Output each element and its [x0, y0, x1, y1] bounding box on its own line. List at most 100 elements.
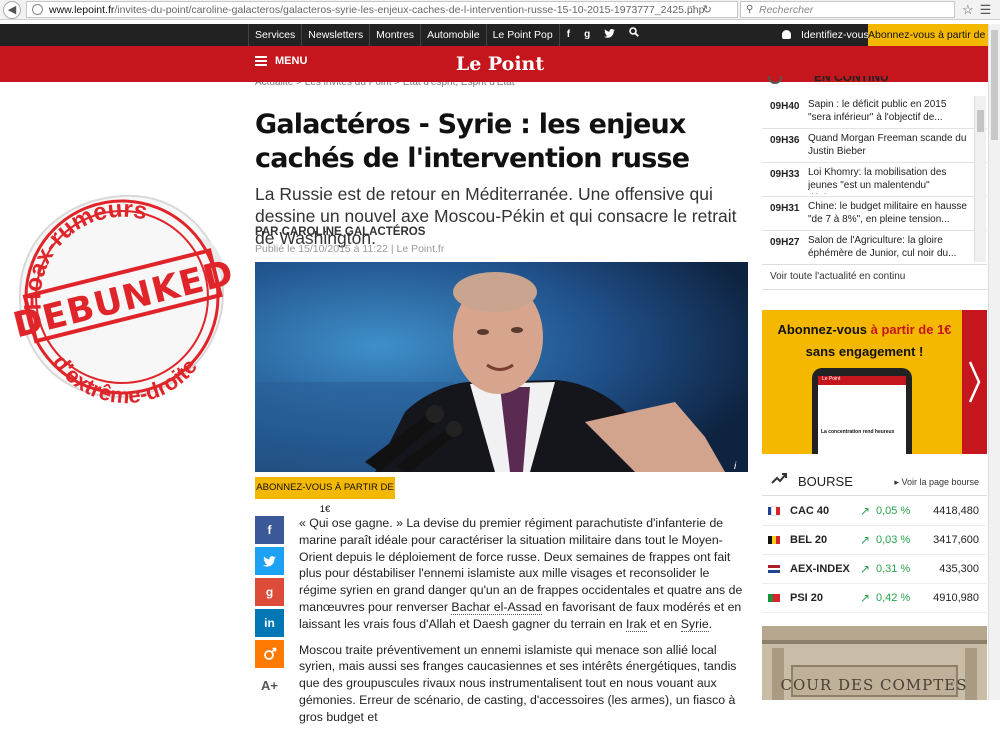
browser-search-input[interactable]: ⚲ Rechercher — [740, 1, 955, 18]
url-action-icons[interactable]: □↻ — [688, 3, 720, 16]
cour-des-comptes-photo[interactable]: COUR DES COMPTES — [762, 626, 987, 700]
article-author[interactable]: PAR CAROLINE GALACTÉROS — [255, 226, 425, 238]
news-item[interactable]: 09H33 Loi Khomry: la mobilisation des je… — [762, 163, 987, 197]
google-plus-icon[interactable]: g — [577, 24, 597, 46]
news-scrollbar[interactable] — [974, 96, 986, 262]
ad-next-button[interactable] — [962, 310, 987, 454]
index-name: CAC 40 — [790, 505, 830, 517]
address-bar[interactable]: www.lepoint.fr/invites-du-point/caroline… — [26, 1, 738, 18]
browser-toolbar: ◀ www.lepoint.fr/invites-du-point/caroli… — [0, 0, 1000, 20]
nav-automobile[interactable]: Automobile — [420, 24, 486, 46]
photo-info-icon[interactable]: i — [734, 461, 736, 472]
index-row[interactable]: PSI 20 ↗ 0,42 % 4910,980 — [762, 584, 987, 613]
arrow-up-icon: ↗ — [860, 504, 871, 518]
flag-netherlands-icon — [768, 565, 780, 574]
clock-icon — [768, 76, 782, 84]
article-photo — [255, 262, 748, 472]
article-date: Publié le 15/10/2015 à 11:22 | Le Point.… — [255, 243, 445, 255]
phone-caption: La concentration rend heureux — [821, 429, 895, 435]
index-row[interactable]: AEX-INDEX ↗ 0,31 % 435,300 — [762, 555, 987, 584]
article-body: « Qui ose gagne. » La devise du premier … — [299, 515, 749, 735]
font-size-icon[interactable]: A+ — [255, 671, 284, 699]
nav-services[interactable]: Services — [248, 24, 301, 46]
page-scrollbar-thumb[interactable] — [991, 30, 998, 140]
news-time: 09H31 — [770, 203, 800, 214]
see-all-news-link[interactable]: Voir toute l'actualité en continu — [762, 264, 987, 290]
login-link[interactable]: Identifiez-vous — [772, 24, 869, 46]
article-paragraph: Moscou traite préventivement un ennemi i… — [299, 642, 737, 724]
scrollbar-thumb[interactable] — [977, 110, 984, 132]
linkedin-share-icon[interactable]: in — [255, 609, 284, 637]
article-subscribe-button[interactable]: ABONNEZ-VOUS À PARTIR DE 1€ — [255, 477, 395, 515]
bourse-title: BOURSE — [798, 474, 853, 489]
url-domain: www.lepoint.fr — [49, 3, 115, 16]
index-row[interactable]: BEL 20 ↗ 0,03 % 3417,600 — [762, 526, 987, 555]
back-button[interactable]: ◀ — [3, 0, 21, 19]
bookmark-star-icon[interactable]: ☆☰ — [962, 2, 997, 18]
index-change: 0,03 % — [876, 534, 911, 546]
page-scrollbar[interactable] — [988, 24, 1000, 700]
ad-subline: sans engagement ! — [805, 344, 924, 359]
top-nav-links: Services Newsletters Montres Automobile … — [248, 24, 646, 46]
link-syrie[interactable]: Syrie — [680, 616, 709, 632]
news-item[interactable]: 09H31 Chine: le budget militaire en haus… — [762, 197, 987, 231]
news-headline[interactable]: Chine: le budget militaire en hausse "de… — [808, 200, 970, 228]
bourse-page-link[interactable]: ▸ Voir la page bourse — [894, 477, 979, 488]
twitter-icon[interactable] — [597, 24, 622, 46]
debunked-sticker: Hoax-rumeurs d'extrême-droite DEBUNKED — [0, 178, 245, 427]
news-item[interactable]: 09H27 Salon de l'Agriculture: la gloire … — [762, 231, 987, 263]
arrow-up-icon: ↗ — [860, 591, 871, 605]
twitter-share-icon[interactable] — [255, 547, 284, 575]
news-time: 09H33 — [770, 169, 800, 180]
news-feed: 09H40 Sapin : le déficit public en 2015 … — [762, 95, 987, 263]
news-headline[interactable]: Salon de l'Agriculture: la gloire éphémè… — [808, 234, 970, 262]
globe-icon — [32, 4, 43, 15]
nav-newsletters[interactable]: Newsletters — [301, 24, 369, 46]
news-headline[interactable]: Sapin : le déficit public en 2015 "sera … — [808, 98, 970, 126]
index-value: 4910,980 — [933, 592, 979, 604]
user-icon — [782, 30, 791, 39]
nav-le-point-pop[interactable]: Le Point Pop — [485, 24, 559, 46]
phone-illustration: Le Point La concentration rend heureux — [812, 368, 912, 454]
search-icon[interactable] — [622, 24, 646, 46]
news-headline[interactable]: Quand Morgan Freeman scande du Justin Bi… — [808, 132, 970, 160]
nav-montres[interactable]: Montres — [369, 24, 420, 46]
article-paragraph: « Qui ose gagne. » La devise du premier … — [299, 516, 743, 632]
ad-headline: Abonnez-vous à partir de 1€ — [777, 322, 952, 337]
search-icon: ⚲ — [746, 4, 754, 15]
continu-header: EN CONTINU — [762, 76, 987, 87]
link-irak[interactable]: Irak — [626, 616, 647, 632]
subscribe-button[interactable]: Abonnez-vous à partir de 1€ — [868, 24, 1000, 46]
article-title: Galactéros - Syrie : les enjeux cachés d… — [255, 109, 690, 174]
flag-portugal-icon — [768, 594, 780, 602]
link-bachar-el-assad[interactable]: Bachar el-Assad — [451, 599, 542, 615]
news-item[interactable]: 09H40 Sapin : le déficit public en 2015 … — [762, 95, 987, 129]
facebook-icon[interactable]: f — [558, 24, 577, 46]
index-change: 0,42 % — [876, 592, 911, 604]
recommend-share-icon[interactable] — [255, 640, 284, 668]
login-label: Identifiez-vous — [801, 29, 869, 41]
building-sign: COUR DES COMPTES — [781, 676, 968, 694]
share-bar: f g in A+ — [255, 516, 284, 702]
news-headline[interactable]: Loi Khomry: la mobilisation des jeunes "… — [808, 166, 970, 194]
google-plus-share-icon[interactable]: g — [255, 578, 284, 606]
url-path: /invites-du-point/caroline-galacteros/ga… — [114, 3, 705, 16]
flag-france-icon — [768, 506, 780, 516]
index-name: BEL 20 — [790, 534, 828, 546]
index-name: PSI 20 — [790, 592, 824, 604]
index-row[interactable]: CAC 40 ↗ 0,05 % 4418,480 — [762, 497, 987, 526]
subscription-ad[interactable]: Abonnez-vous à partir de 1€ sans engagem… — [762, 310, 987, 454]
index-change: 0,05 % — [876, 505, 911, 517]
bourse-header: BOURSE ▸ Voir la page bourse — [762, 468, 987, 496]
news-item[interactable]: 09H36 Quand Morgan Freeman scande du Jus… — [762, 129, 987, 163]
facebook-share-icon[interactable]: f — [255, 516, 284, 544]
index-name: AEX-INDEX — [790, 563, 850, 575]
search-placeholder: Rechercher — [759, 3, 814, 16]
flag-belgium-icon — [768, 536, 780, 544]
phone-logo: Le Point — [818, 376, 906, 385]
continu-title: EN CONTINU — [814, 76, 889, 84]
site-logo[interactable]: Le Point — [0, 53, 1000, 75]
breadcrumb[interactable]: Actualité > Les invités du Point > Etat … — [255, 82, 745, 88]
top-navigation-bar: Services Newsletters Montres Automobile … — [0, 24, 1000, 46]
article-lead: La Russie est de retour en Méditerranée.… — [255, 184, 737, 248]
